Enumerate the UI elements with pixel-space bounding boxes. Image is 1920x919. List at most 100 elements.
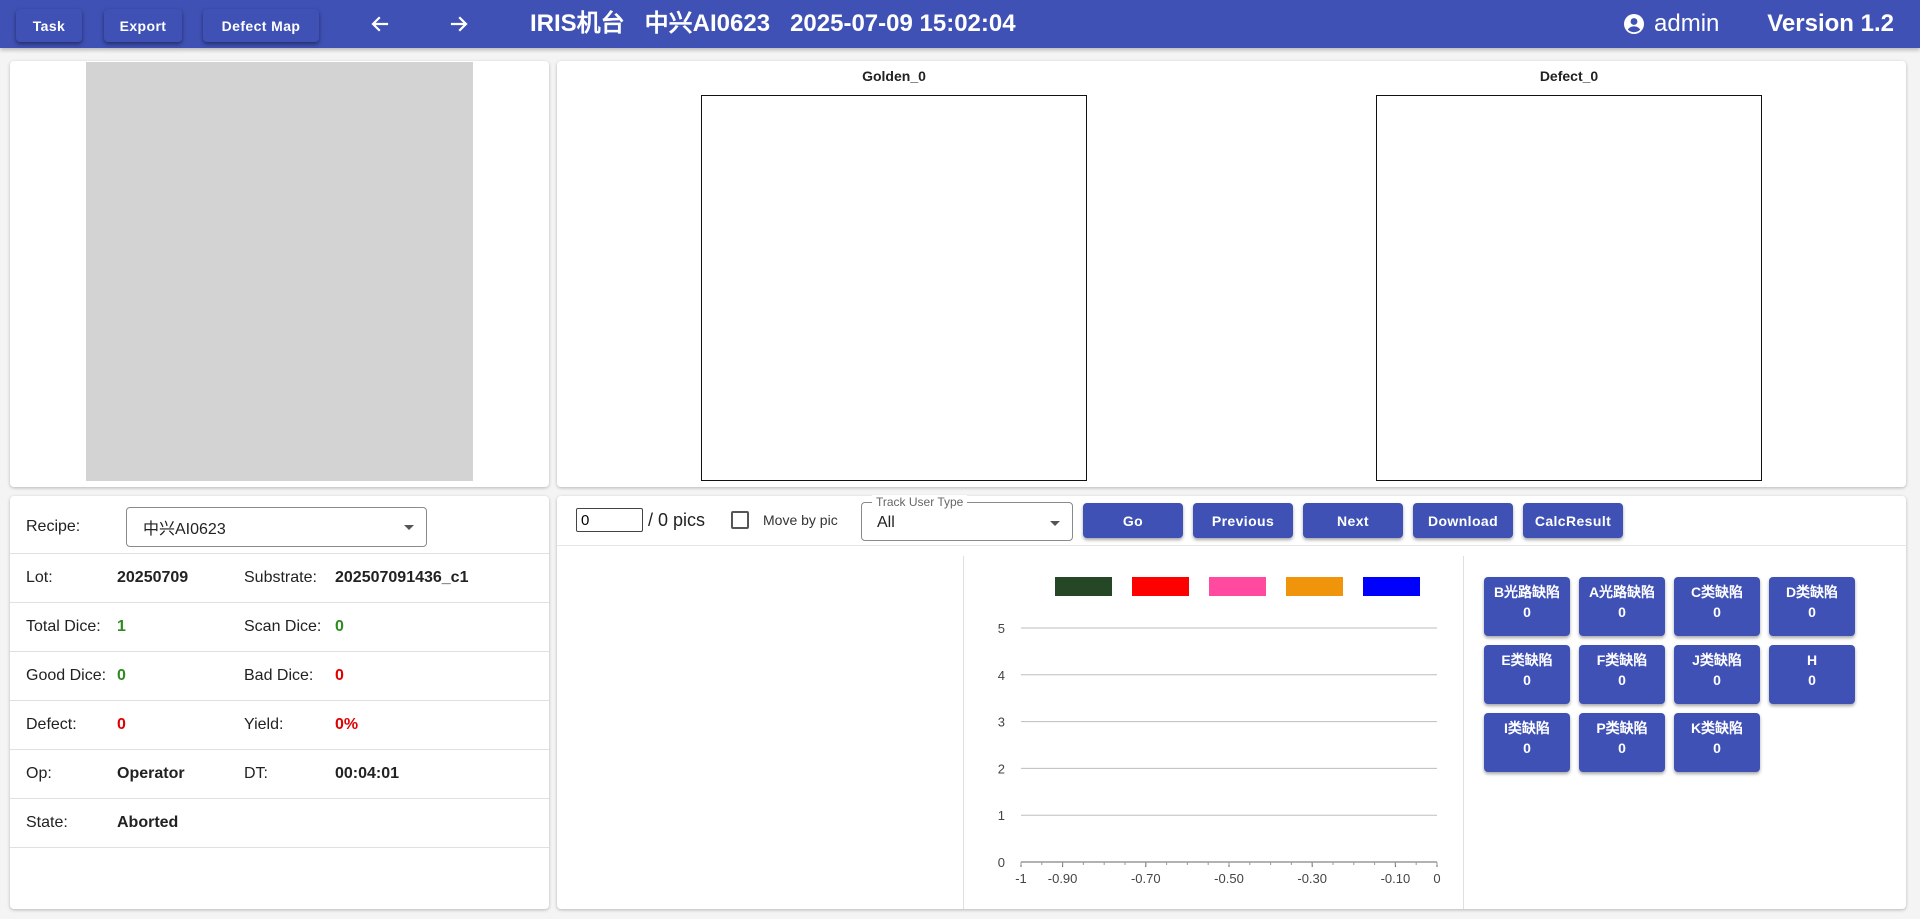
dt-label: DT: xyxy=(244,765,268,782)
legend-swatch[interactable] xyxy=(1286,577,1343,596)
defect-category-name: K类缺陷 xyxy=(1690,720,1744,736)
arrow-left-icon xyxy=(371,16,389,32)
defect-category-button[interactable]: H0 xyxy=(1769,645,1855,704)
defect-category-count: 0 xyxy=(1523,740,1531,756)
bad-dice-value: 0 xyxy=(335,667,344,684)
app-bar: Task Export Defect Map IRIS机台 中兴AI0623 2… xyxy=(0,0,1920,48)
version-label: Version 1.2 xyxy=(1767,10,1894,37)
defect-category-button[interactable]: J类缺陷 0 xyxy=(1674,645,1760,704)
arrow-right-icon xyxy=(450,16,468,32)
chevron-down-icon xyxy=(1050,521,1060,526)
previous-button[interactable]: Previous xyxy=(1193,503,1293,538)
chart-y-axis: 0 1 2 3 4 5 xyxy=(998,621,1005,870)
account-circle-icon xyxy=(1624,14,1644,34)
defect-category-count: 0 xyxy=(1618,740,1626,756)
defect-histogram-chart: -1 -0.90 -0.70 -0.50 -0.30 -0.10 0 0 1 2 3 4 5 xyxy=(998,577,1441,886)
defect-image xyxy=(1376,95,1762,481)
golden-image xyxy=(701,95,1087,481)
track-user-type-label: Track User Type xyxy=(872,495,968,509)
legend-swatch[interactable] xyxy=(1055,577,1112,596)
op-dt-row: Op: Operator DT: 00:04:01 xyxy=(10,750,549,799)
chart-x-axis: -1 -0.90 -0.70 -0.50 -0.30 -0.10 0 xyxy=(1015,862,1441,886)
yield-label: Yield: xyxy=(244,716,284,733)
defect-category-name: I类缺陷 xyxy=(1504,720,1550,736)
defect-category-name: C类缺陷 xyxy=(1690,584,1744,600)
x-tick-label: 0 xyxy=(1433,871,1440,886)
defect-category-name: E类缺陷 xyxy=(1501,652,1553,668)
defect-category-name: F类缺陷 xyxy=(1596,652,1648,668)
defect-category-button[interactable]: F类缺陷 0 xyxy=(1579,645,1665,704)
defect-category-name: P类缺陷 xyxy=(1596,720,1648,736)
x-tick-label: -1 xyxy=(1015,871,1027,886)
substrate-value: 202507091436_c1 xyxy=(335,569,469,586)
defect-category-name: H xyxy=(1806,652,1818,668)
defect-category-name: B光路缺陷 xyxy=(1493,584,1561,600)
state-label: State: xyxy=(26,814,68,831)
defect-category-button[interactable]: K类缺陷 0 xyxy=(1674,713,1760,772)
y-tick-label: 0 xyxy=(998,855,1005,870)
defect-category-count: 0 xyxy=(1618,672,1626,688)
defect-category-button[interactable]: E类缺陷 0 xyxy=(1484,645,1570,704)
y-tick-label: 2 xyxy=(998,761,1005,776)
x-tick-label: -0.70 xyxy=(1131,871,1161,886)
page-number-input[interactable] xyxy=(576,508,643,532)
defect-image-title: Defect_0 xyxy=(1539,68,1599,84)
defect-category-button[interactable]: C类缺陷 0 xyxy=(1674,577,1760,636)
chevron-down-icon xyxy=(404,525,414,530)
defect-yield-row: Defect: 0 Yield: 0% xyxy=(10,701,549,750)
move-by-pic-checkbox[interactable] xyxy=(731,511,749,529)
op-label: Op: xyxy=(26,765,52,782)
defect-category-button[interactable]: A光路缺陷 0 xyxy=(1579,577,1665,636)
export-button[interactable]: Export xyxy=(104,9,182,42)
defect-category-button[interactable]: I类缺陷 0 xyxy=(1484,713,1570,772)
x-tick-label: -0.30 xyxy=(1297,871,1327,886)
total-dice-label: Total Dice: xyxy=(26,618,101,635)
track-user-type-select[interactable]: Track User Type All xyxy=(861,495,1073,541)
good-dice-label: Good Dice: xyxy=(26,667,107,684)
x-tick-label: -0.50 xyxy=(1214,871,1244,886)
chart-right-divider xyxy=(1463,556,1464,909)
good-bad-row: Good Dice: 0 Bad Dice: 0 xyxy=(10,652,549,701)
lot-value: 20250709 xyxy=(117,569,189,586)
controls-divider xyxy=(557,545,1906,546)
op-value: Operator xyxy=(117,765,185,782)
y-tick-label: 1 xyxy=(998,808,1005,823)
defect-category-button[interactable]: P类缺陷 0 xyxy=(1579,713,1665,772)
x-tick-label: -0.90 xyxy=(1048,871,1078,886)
defect-map-button[interactable]: Defect Map xyxy=(203,9,319,42)
task-button[interactable]: Task xyxy=(16,9,82,42)
next-button[interactable]: Next xyxy=(1303,503,1403,538)
defect-category-count: 0 xyxy=(1713,740,1721,756)
forward-button[interactable] xyxy=(439,8,479,40)
legend-swatch[interactable] xyxy=(1132,577,1189,596)
state-row: State: Aborted xyxy=(10,799,549,848)
defect-category-count: 0 xyxy=(1713,672,1721,688)
defect-category-button[interactable]: D类缺陷 0 xyxy=(1769,577,1855,636)
wafer-map-image xyxy=(86,62,473,481)
calc-result-button[interactable]: CalcResult xyxy=(1523,503,1623,538)
legend-swatch[interactable] xyxy=(1363,577,1420,596)
lot-row: Lot: 20250709 Substrate: 202507091436_c1 xyxy=(10,554,549,603)
defect-category-count: 0 xyxy=(1618,604,1626,620)
substrate-label: Substrate: xyxy=(244,569,317,586)
go-button[interactable]: Go xyxy=(1083,503,1183,538)
recipe-select[interactable]: 中兴AI0623 xyxy=(126,507,427,547)
defect-category-count: 0 xyxy=(1808,604,1816,620)
defect-category-count: 0 xyxy=(1713,604,1721,620)
legend-swatch[interactable] xyxy=(1209,577,1266,596)
y-tick-label: 4 xyxy=(998,668,1005,683)
defect-category-button[interactable]: B光路缺陷 0 xyxy=(1484,577,1570,636)
good-dice-value: 0 xyxy=(117,667,126,684)
move-by-pic-label: Move by pic xyxy=(763,512,838,528)
recipe-label: Recipe: xyxy=(26,518,81,535)
dt-value: 00:04:01 xyxy=(335,765,400,782)
user-name: admin xyxy=(1654,10,1720,37)
defect-category-count: 0 xyxy=(1523,672,1531,688)
scan-dice-label: Scan Dice: xyxy=(244,618,322,635)
defect-category-name: D类缺陷 xyxy=(1785,584,1839,600)
back-button[interactable] xyxy=(360,8,400,40)
y-tick-label: 5 xyxy=(998,621,1005,636)
user-menu[interactable]: admin xyxy=(1622,8,1719,40)
recipe-value: 中兴AI0623 xyxy=(143,521,226,538)
download-button[interactable]: Download xyxy=(1413,503,1513,538)
